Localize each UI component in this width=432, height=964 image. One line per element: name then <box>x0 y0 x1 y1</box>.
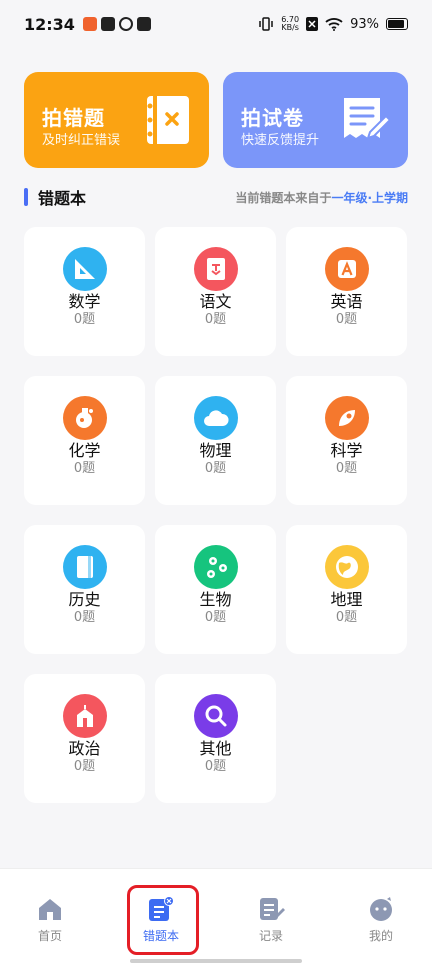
grade-value: 一年级·上学期 <box>331 190 408 205</box>
status-app-icons <box>82 17 151 31</box>
wifi-icon <box>325 18 343 31</box>
subject-count: 0题 <box>73 610 96 625</box>
net-speed-unit: KB/s <box>281 23 299 32</box>
building-icon <box>63 694 107 738</box>
grade-prefix: 当前错题本来自于 <box>235 190 332 205</box>
nav-mine-label: 我的 <box>368 929 393 943</box>
bottom-nav: 首页 错题本 记录 我的 <box>0 868 432 964</box>
subject-card-science[interactable]: 科学 0题 <box>286 376 407 505</box>
flask-icon <box>63 396 107 440</box>
letter-a-icon <box>325 247 369 291</box>
photo-paper-subtitle: 快速反馈提升 <box>241 133 320 148</box>
nav-records[interactable]: 记录 <box>231 891 311 951</box>
photo-wrong-subtitle: 及时纠正错误 <box>42 133 121 148</box>
subject-grid: 数学 0题 语文 0题 英语 0题 化学 0题 物理 0题 科学 0题 历史 0… <box>24 227 408 807</box>
subject-count: 0题 <box>335 461 358 476</box>
subject-card-chemistry[interactable]: 化学 0题 <box>24 376 145 505</box>
photo-test-paper-card[interactable]: 拍试卷 快速反馈提升 <box>223 72 408 168</box>
subject-count: 0题 <box>73 461 96 476</box>
battery-percent: 93% <box>350 16 379 32</box>
nav-home-label: 首页 <box>37 929 62 943</box>
home-indicator <box>130 959 302 963</box>
wrong-book-section-header: 错题本 当前错题本来自于一年级·上学期 <box>24 186 408 208</box>
magnifier-icon <box>194 694 238 738</box>
notification-app-icon <box>82 17 97 31</box>
wrong-book-icon <box>149 896 174 921</box>
nav-wrong-book-label: 错题本 <box>142 929 179 943</box>
subject-count: 0题 <box>204 312 227 327</box>
notification-mail-icon <box>136 17 151 31</box>
top-action-cards: 拍错题 及时纠正错误 拍试卷 快速反馈提升 <box>24 72 408 168</box>
subject-card-math[interactable]: 数学 0题 <box>24 227 145 356</box>
subject-card-geography[interactable]: 地理 0题 <box>286 525 407 654</box>
nav-records-label: 记录 <box>258 929 283 943</box>
nav-mine[interactable]: 我的 <box>341 891 421 951</box>
subject-count: 0题 <box>204 759 227 774</box>
records-icon <box>260 898 285 920</box>
nav-wrong-book[interactable]: 错题本 <box>121 891 201 951</box>
photo-paper-title: 拍试卷 <box>241 106 304 130</box>
subject-card-history[interactable]: 历史 0题 <box>24 525 145 654</box>
subject-count: 0题 <box>204 610 227 625</box>
notification-play-icon <box>100 17 115 31</box>
photo-wrong-question-card[interactable]: 拍错题 及时纠正错误 <box>24 72 209 168</box>
battery-icon <box>386 18 408 30</box>
subject-card-biology[interactable]: 生物 0题 <box>155 525 276 654</box>
vibrate-icon <box>259 17 274 31</box>
sim-off-icon <box>306 17 319 31</box>
subject-count: 0题 <box>335 610 358 625</box>
profile-face-icon <box>370 897 392 921</box>
subject-card-physics[interactable]: 物理 0题 <box>155 376 276 505</box>
subject-card-english[interactable]: 英语 0题 <box>286 227 407 356</box>
status-bar: 12:34 6.70 KB/s 93% <box>0 0 432 48</box>
subject-card-chinese[interactable]: 语文 0题 <box>155 227 276 356</box>
subject-count: 0题 <box>335 312 358 327</box>
cells-icon <box>194 545 238 589</box>
cloud-icon <box>194 396 238 440</box>
subject-count: 0题 <box>73 312 96 327</box>
rocket-icon <box>325 396 369 440</box>
grade-info[interactable]: 当前错题本来自于一年级·上学期 <box>235 189 408 206</box>
photo-wrong-title: 拍错题 <box>42 106 105 130</box>
home-icon <box>39 899 61 920</box>
subject-card-other[interactable]: 其他 0题 <box>155 674 276 803</box>
status-time: 12:34 <box>24 14 75 34</box>
nav-home[interactable]: 首页 <box>10 891 90 951</box>
section-accent-bar <box>24 188 28 206</box>
subject-count: 0题 <box>73 759 96 774</box>
book-icon <box>194 247 238 291</box>
notebook-x-icon <box>147 96 189 144</box>
subject-count: 0题 <box>204 461 227 476</box>
subject-card-politics[interactable]: 政治 0题 <box>24 674 145 803</box>
status-right-group: 6.70 KB/s 93% <box>258 16 408 32</box>
notification-link-icon <box>118 17 133 31</box>
net-speed: 6.70 KB/s <box>281 16 299 32</box>
notebook-icon <box>63 545 107 589</box>
globe-icon <box>325 545 369 589</box>
section-title: 错题本 <box>38 189 87 208</box>
paper-pen-icon <box>344 98 392 140</box>
ruler-triangle-icon <box>63 247 107 291</box>
